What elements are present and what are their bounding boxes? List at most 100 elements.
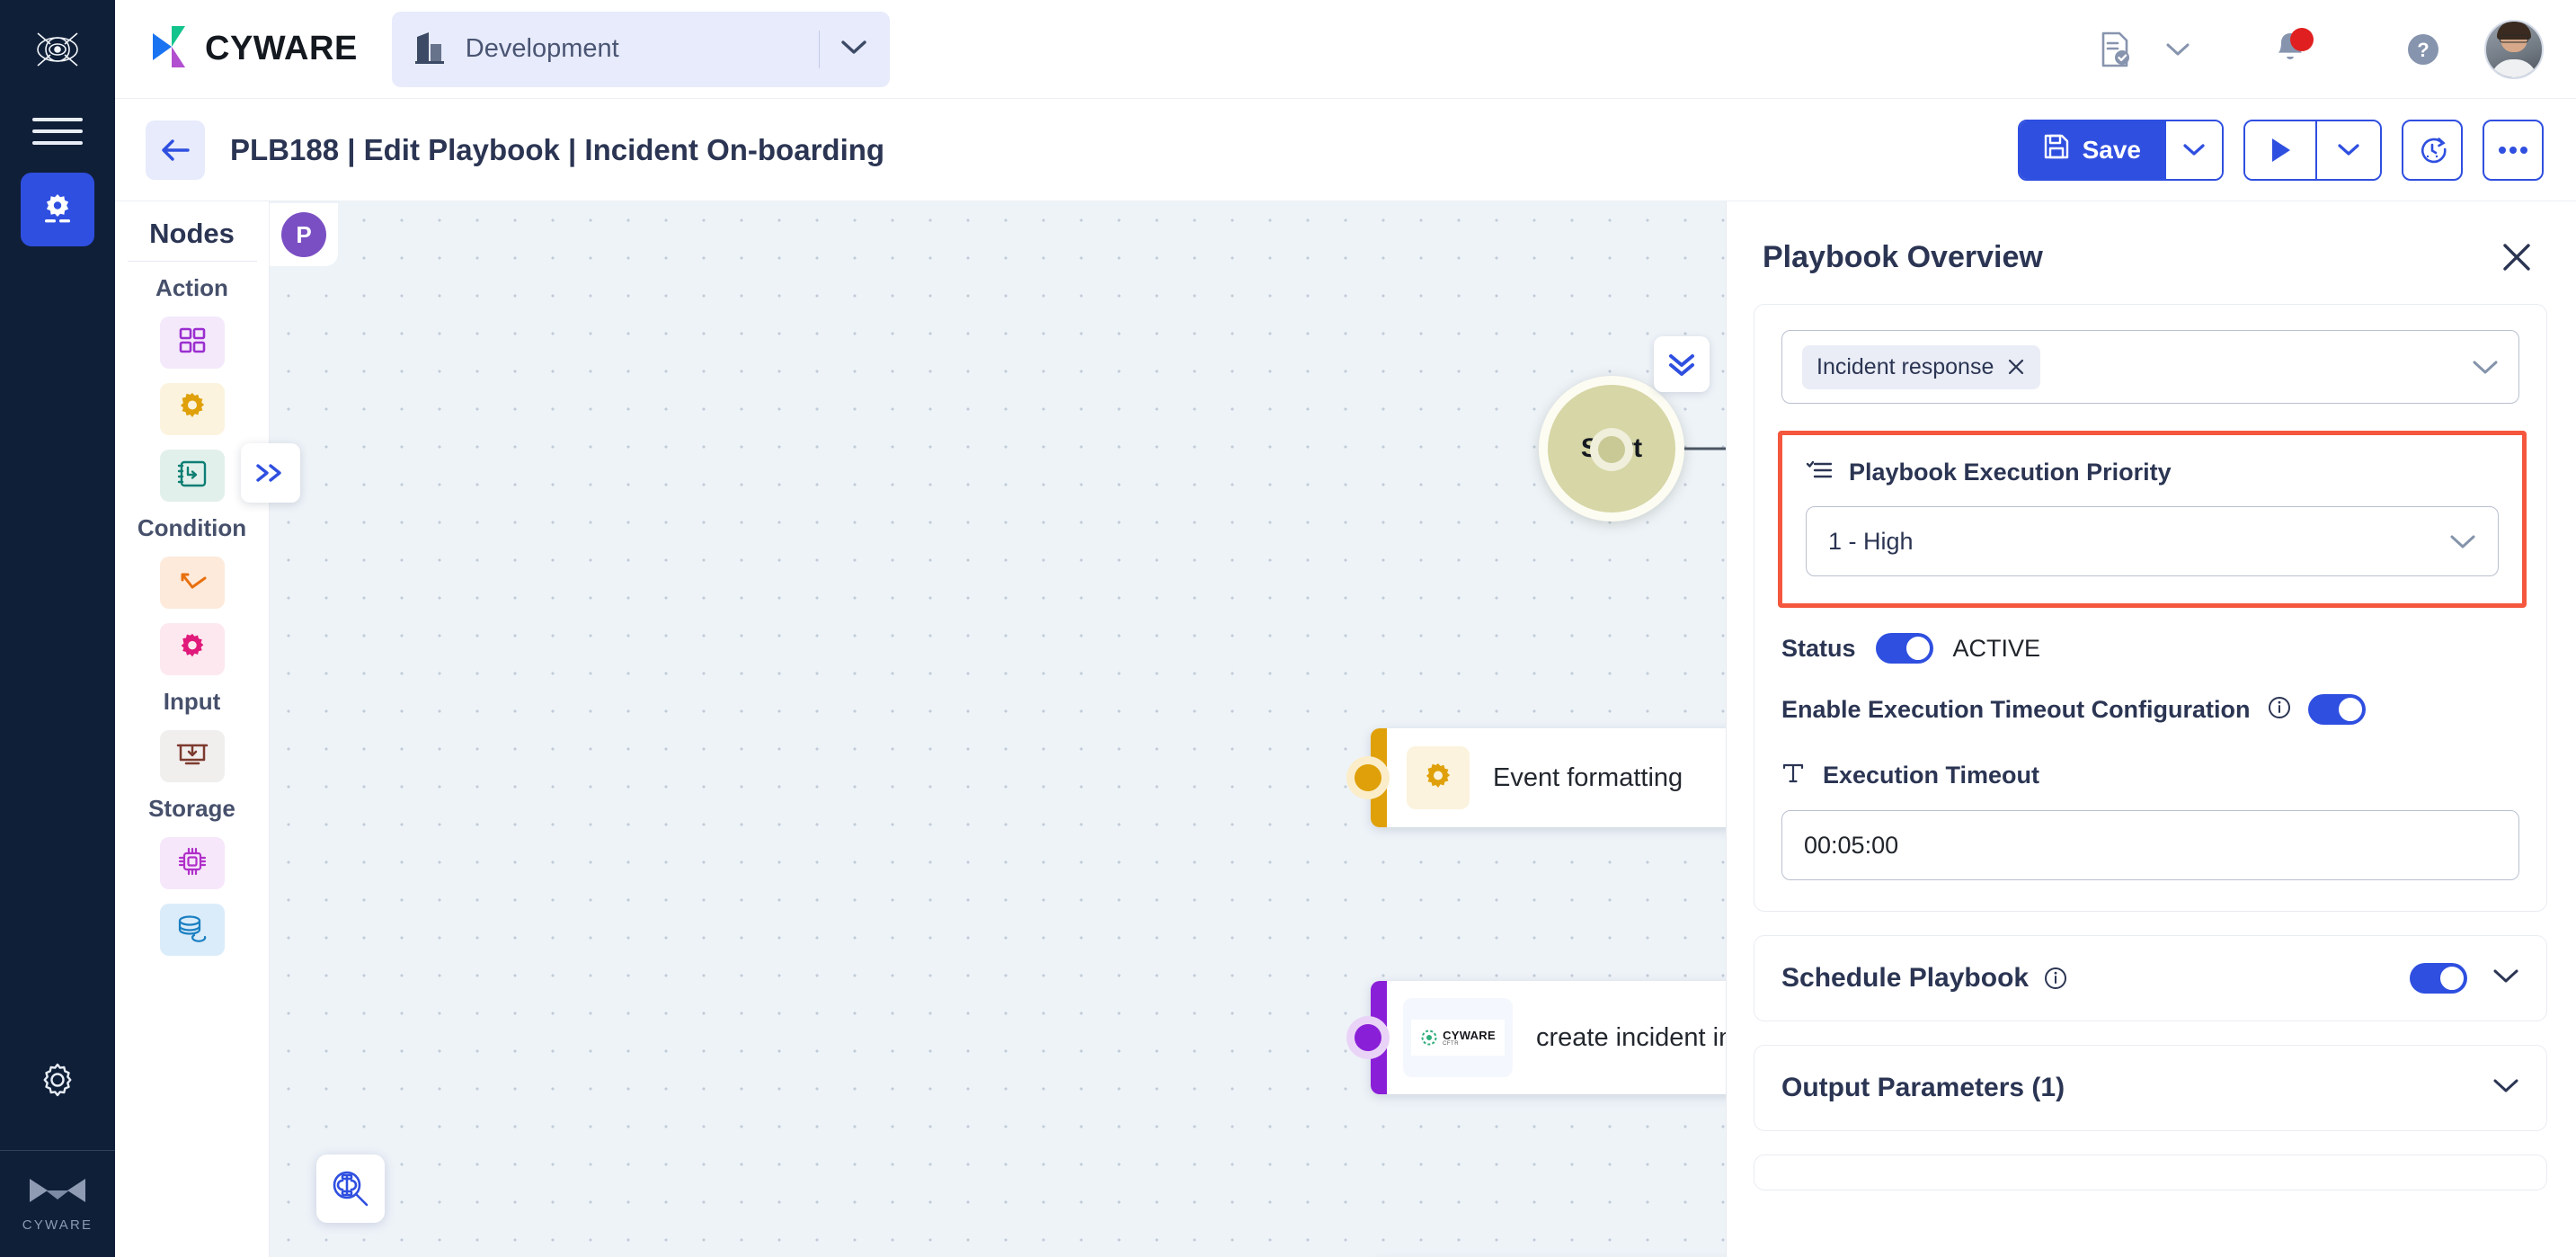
run-button-group	[2243, 119, 2382, 181]
enable-timeout-toggle[interactable]	[2307, 694, 2366, 725]
gear-action-icon	[1407, 746, 1470, 809]
palette-item-gear-action[interactable]	[159, 383, 225, 435]
tag-chip[interactable]: Incident response	[1802, 344, 2041, 389]
integration-logo-subtext: CFTR	[1443, 1040, 1460, 1047]
save-button-label: Save	[2082, 135, 2141, 164]
panel-body: Incident response Playbook Execution Pri…	[1727, 304, 2576, 1257]
cyware-logo-icon	[28, 1175, 87, 1210]
user-input-icon	[176, 741, 209, 772]
help-question-icon[interactable]: ?	[2382, 8, 2465, 91]
chevron-down-icon[interactable]	[2492, 1077, 2519, 1099]
playbook-canvas[interactable]: P Event formatting CYWARE CFTR create in…	[270, 201, 1726, 1257]
avatar-glasses	[2500, 34, 2528, 43]
page-actions: Save	[2017, 119, 2544, 181]
stopwatch-icon[interactable]	[2402, 119, 2463, 181]
save-button-group: Save	[2017, 119, 2224, 181]
flow-node-create-incident-left-port[interactable]	[1346, 1016, 1390, 1059]
palette-item-grid-apps[interactable]	[159, 316, 225, 369]
chevron-down-icon[interactable]	[839, 38, 868, 60]
floppy-disk-icon	[2043, 133, 2070, 166]
info-circle-icon[interactable]	[2267, 695, 2292, 725]
tags-multiselect[interactable]: Incident response	[1781, 330, 2519, 404]
save-dropdown-caret[interactable]	[2164, 120, 2222, 179]
rail-footer-label: CYWARE	[22, 1217, 93, 1233]
rail-footer: CYWARE	[22, 1151, 93, 1257]
palette-item-branch-decision[interactable]	[159, 557, 225, 609]
hamburger-menu-icon[interactable]	[32, 113, 83, 149]
brand[interactable]: CYWARE	[151, 24, 358, 74]
priority-select[interactable]: 1 - High	[1806, 506, 2499, 576]
execution-timeout-value: 00:05:00	[1804, 831, 1899, 859]
output-parameters-accordion[interactable]: Output Parameters (1)	[1754, 1045, 2547, 1131]
palette-title: Nodes	[149, 218, 235, 249]
save-button[interactable]: Save	[2019, 120, 2164, 179]
chevron-down-icon[interactable]	[2472, 359, 2499, 376]
playbook-badge[interactable]: P	[281, 212, 326, 257]
page-title: PLB188 | Edit Playbook | Incident On-boa…	[230, 132, 885, 166]
status-value: ACTIVE	[1952, 634, 2041, 662]
status-row: Status ACTIVE	[1781, 633, 2519, 664]
chevron-down-icon[interactable]	[2449, 533, 2476, 550]
status-label: Status	[1781, 634, 1856, 662]
playbook-badge-card: P	[270, 203, 338, 266]
palette-group-label: Input	[163, 688, 221, 715]
flow-node-create-incident[interactable]: CYWARE CFTR create incident in	[1371, 981, 1726, 1094]
memory-chip-icon	[177, 846, 208, 881]
output-parameters-label: Output Parameters (1)	[1781, 1073, 2065, 1102]
settings-gear-icon[interactable]	[31, 1053, 84, 1107]
close-x-icon[interactable]	[2493, 234, 2540, 281]
top-header: CYWARE Development ?	[115, 0, 2576, 99]
palette-item-enrichment[interactable]	[159, 450, 225, 502]
schedule-playbook-label: Schedule Playbook	[1781, 963, 2030, 993]
close-x-icon[interactable]	[2006, 357, 2026, 377]
priority-label: Playbook Execution Priority	[1849, 459, 2172, 486]
enrichment-icon	[176, 459, 209, 494]
priority-value: 1 - High	[1828, 527, 1914, 555]
document-check-icon[interactable]	[2074, 8, 2157, 91]
panel-title: Playbook Overview	[1763, 239, 2043, 274]
workspace-divider	[818, 30, 820, 68]
list-check-icon	[1806, 459, 1833, 486]
palette-item-memory-chip[interactable]	[159, 837, 225, 889]
workspace-selector[interactable]: Development	[391, 11, 890, 87]
run-dropdown-caret[interactable]	[2315, 120, 2380, 179]
more-options-ellipsis-icon[interactable]	[2483, 119, 2544, 181]
zoom-fit-flow-icon[interactable]	[316, 1154, 385, 1223]
flow-node-event-formatting-label: Event formatting	[1493, 762, 1683, 792]
orchestrate-gear-icon[interactable]	[21, 173, 94, 246]
document-dropdown-caret[interactable]	[2157, 8, 2198, 91]
user-avatar[interactable]	[2484, 19, 2544, 79]
palette-item-gear-condition[interactable]	[159, 623, 225, 675]
palette-item-user-input[interactable]	[159, 730, 225, 782]
run-playbook-button[interactable]	[2245, 120, 2315, 179]
playbook-execution-priority-highlight: Playbook Execution Priority 1 - High	[1778, 431, 2527, 608]
execution-timeout-label: Execution Timeout	[1823, 762, 2040, 789]
database-icon	[176, 914, 209, 947]
status-toggle[interactable]	[1875, 633, 1933, 664]
execution-timeout-input[interactable]: 00:05:00	[1781, 810, 2519, 880]
flow-node-event-formatting[interactable]: Event formatting	[1371, 728, 1726, 827]
cyware-diamond-logo-icon	[151, 24, 192, 74]
chevron-down-icon[interactable]	[2492, 967, 2519, 989]
playbook-settings-card: Incident response Playbook Execution Pri…	[1754, 304, 2547, 912]
cyware-mark-icon[interactable]	[28, 20, 87, 79]
schedule-playbook-toggle[interactable]	[2410, 963, 2467, 994]
double-chevron-down-icon[interactable]	[1654, 336, 1710, 392]
flow-node-event-formatting-left-port[interactable]	[1346, 756, 1390, 799]
app-root: CYWARE CYWARE Development ? PLB188 | Edi…	[0, 0, 2576, 1257]
schedule-playbook-accordion[interactable]: Schedule Playbook	[1754, 935, 2547, 1021]
palette-item-database[interactable]	[159, 904, 225, 956]
grid-apps-icon	[177, 325, 208, 361]
info-circle-icon[interactable]	[2043, 966, 2068, 991]
enable-timeout-row: Enable Execution Timeout Configuration	[1781, 694, 2519, 725]
workspace-value: Development	[465, 34, 619, 63]
header-actions: ?	[2074, 8, 2544, 91]
svg-text:?: ?	[2417, 39, 2429, 61]
global-nav-rail: CYWARE	[0, 0, 115, 1257]
palette-expand-button[interactable]	[241, 443, 300, 503]
notification-bell-icon[interactable]	[2249, 8, 2332, 91]
back-button[interactable]	[146, 120, 205, 180]
next-accordion-partial[interactable]	[1754, 1154, 2547, 1190]
flow-node-start-output-port[interactable]	[1590, 428, 1633, 471]
priority-label-row: Playbook Execution Priority	[1806, 459, 2499, 486]
